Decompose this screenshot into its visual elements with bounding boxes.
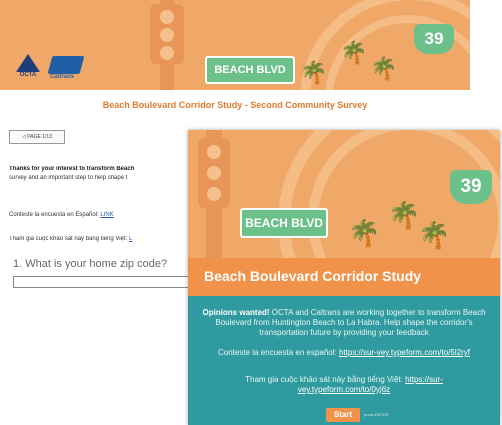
traffic-light-icon (150, 4, 184, 64)
traffic-light-icon (198, 138, 230, 208)
start-button[interactable]: Start (326, 408, 360, 422)
octa-logo-text: OCTA (19, 72, 37, 78)
spanish-survey-link[interactable]: https://sur-vey.typeform.com/to/5l2ryf (339, 348, 470, 357)
zip-code-input[interactable] (13, 276, 193, 288)
vietnamese-link[interactable]: L (129, 236, 132, 242)
survey-intro-card: 🌴 🌴 🌴 BEACH BLVD 39 Beach Boulevard Corr… (188, 130, 500, 425)
street-sign: BEACH BLVD (240, 208, 328, 238)
palm-tree-icon: 🌴 (370, 56, 398, 81)
palm-tree-icon: 🌴 (418, 220, 451, 250)
route-shield: 39 (450, 170, 492, 204)
route-shield: 39 (414, 24, 454, 54)
vietnamese-survey-line: Tham gia cuộc khảo sát này bằng tiếng Vi… (208, 375, 480, 395)
study-title: Beach Boulevard Corridor Study (204, 268, 422, 284)
spanish-survey-line: Conteste la encuesta en español: https:/… (194, 348, 494, 357)
palm-tree-icon: 🌴 (340, 40, 368, 65)
caltrans-logo: Caltrans (47, 56, 88, 82)
back-button[interactable]: ◁ PAGE 1/13 (9, 130, 65, 144)
palm-tree-icon: 🌴 (348, 218, 381, 248)
palm-tree-icon: 🌴 (388, 200, 421, 230)
vietnamese-survey-label: Tham gia cuộc khảo sát này bằng tiếng Vi… (245, 375, 406, 384)
partner-logos: OCTA Caltrans (14, 54, 104, 84)
vietnamese-label: Tham gia cuộc khảo sát này bằng tiếng Vi… (9, 236, 128, 242)
spanish-link[interactable]: LINK (100, 212, 113, 218)
caltrans-logo-text: Caltrans (50, 74, 75, 80)
study-title-bar: Beach Boulevard Corridor Study (188, 258, 500, 296)
thanks-text: survey and an important step to help sha… (9, 175, 128, 181)
spanish-survey-label: Conteste la encuesta en español: (218, 348, 339, 357)
survey-title: Beach Boulevard Corridor Study - Second … (102, 100, 368, 110)
octa-logo: OCTA (14, 54, 42, 82)
palm-tree-icon: 🌴 (300, 60, 328, 85)
spanish-line: Conteste la encuesta en Español: LINK (9, 212, 114, 218)
question-label: 1. What is your home zip code? (13, 258, 168, 270)
card-banner-art: 🌴 🌴 🌴 BEACH BLVD 39 (188, 130, 500, 258)
opinions-wanted-label: Opinions wanted! (202, 308, 270, 317)
street-sign: BEACH BLVD (205, 56, 295, 84)
intro-paragraph: Opinions wanted! OCTA and Caltrans are w… (194, 308, 494, 338)
spanish-label: Conteste la encuesta en Español: (9, 212, 99, 218)
thanks-heading: Thanks for your interest to transform Be… (9, 166, 135, 172)
caltrans-mark-icon (47, 56, 85, 74)
header-banner: 🌴 🌴 🌴 BEACH BLVD 39 OCTA Caltrans (0, 0, 470, 90)
octa-triangle-icon (16, 54, 40, 72)
vietnamese-line: Tham gia cuộc khảo sát này bằng tiếng Vi… (9, 236, 199, 242)
start-hint: press ENTER (364, 412, 389, 417)
